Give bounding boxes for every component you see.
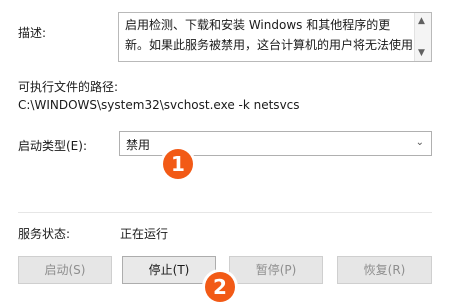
description-label: 描述:	[18, 26, 47, 40]
divider	[18, 212, 432, 213]
chevron-down-icon: ⌄	[415, 137, 424, 148]
startup-type-select[interactable]: 禁用 ⌄	[119, 131, 432, 156]
description-textbox[interactable]: 启用检测、下载和安装 Windows 和其他程序的更新。如果此服务被禁用，这台计…	[118, 12, 432, 62]
executable-path-label: 可执行文件的路径:	[18, 80, 119, 94]
step-badge-2: 2	[205, 272, 235, 302]
service-status-label: 服务状态:	[18, 227, 71, 241]
step-badge-1: 1	[163, 149, 193, 179]
resume-button[interactable]: 恢复(R)	[337, 256, 432, 284]
scroll-down-icon[interactable]: ▼	[418, 48, 425, 58]
startup-type-label: 启动类型(E):	[18, 139, 87, 153]
start-button[interactable]: 启动(S)	[18, 256, 112, 284]
pause-button[interactable]: 暂停(P)	[229, 256, 323, 284]
description-scrollbar[interactable]: ▲ ▼	[414, 13, 431, 61]
stop-button[interactable]: 停止(T)	[122, 256, 216, 284]
scroll-up-icon[interactable]: ▲	[418, 16, 425, 26]
executable-path-value: C:\WINDOWS\system32\svchost.exe -k netsv…	[18, 98, 300, 112]
startup-type-value: 禁用	[126, 138, 151, 152]
service-status-value: 正在运行	[120, 227, 169, 241]
description-text: 启用检测、下载和安装 Windows 和其他程序的更新。如果此服务被禁用，这台计…	[125, 18, 414, 52]
